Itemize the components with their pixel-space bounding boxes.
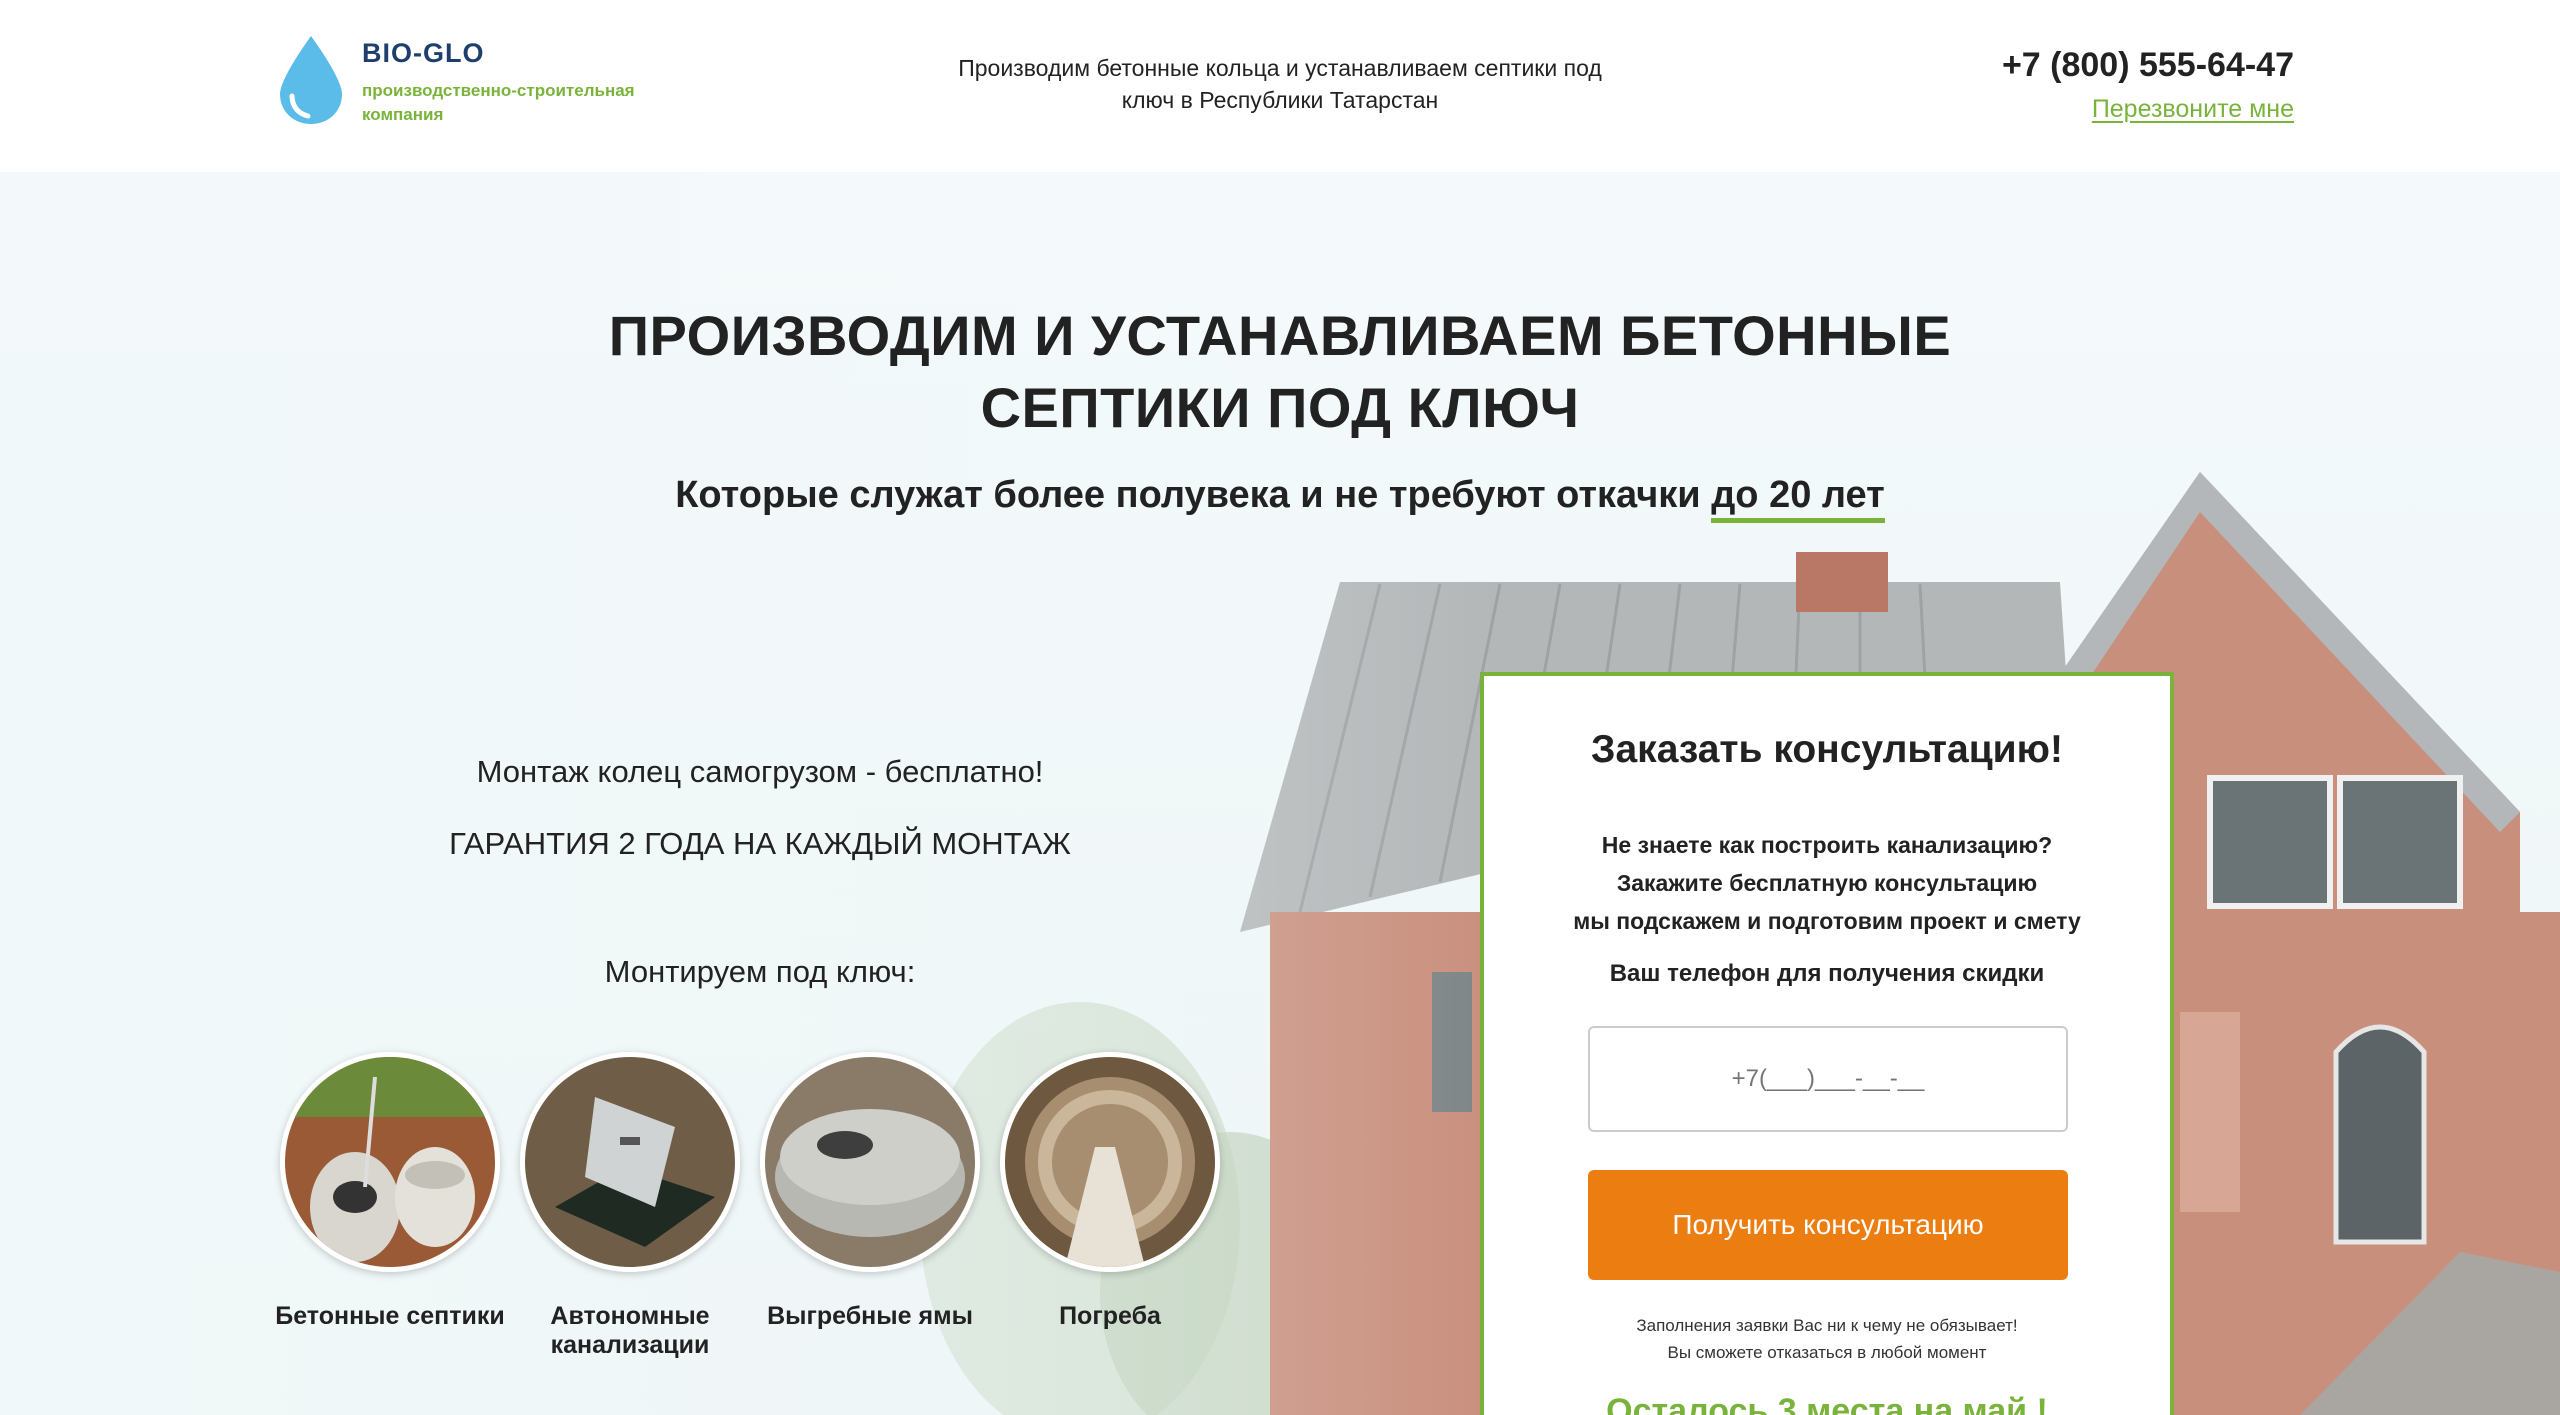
form-desc-line: Не знаете как построить канализацию? [1601,832,2053,858]
water-drop-icon [280,36,342,124]
phone-number[interactable]: +7 (800) 555-64-47 [2002,46,2294,85]
perk-warranty: ГАРАНТИЯ 2 ГОДА НА КАЖДЫЙ МОНТАЖ [449,826,1071,861]
service-label: Автономные канализации [550,1302,710,1359]
logo-subtitle: производственно-строительная компания [362,81,635,124]
header-tagline: Производим бетонные кольца и устанавлива… [958,55,1602,113]
perk-free-mounting: Монтаж колец самогрузом - бесплатно! [476,754,1044,789]
phone-input[interactable] [1588,1026,2068,1132]
form-description: Не знаете как построить канализацию? Зак… [1484,826,2170,940]
form-disclaimer: Заполнения заявки Вас ни к чему не обязы… [1484,1312,2170,1366]
hero-subtitle-highlight: до 20 лет [1711,474,1885,523]
phone-field-label: Ваш телефон для получения скидки [1609,960,2045,987]
cesspool-image [760,1052,980,1272]
autonomous-sewer-image [520,1052,740,1272]
septic-image [280,1052,500,1272]
form-note-line: Вы сможете отказаться в любой момент [1667,1343,1987,1362]
header-contact: +7 (800) 555-64-47 Перезвоните мне [2002,46,2294,124]
services-list: Бетонные септики Автономные канализации … [270,1052,1230,1360]
site-header: BIO-GLO производственно-строительная ком… [0,0,2560,172]
hero-subtitle-text: Которые служат более полувека и не требу… [675,474,1712,516]
service-item-autonomous-sewer[interactable]: Автономные канализации [510,1052,750,1360]
form-note-line: Заполнения заявки Вас ни к чему не обязы… [1636,1316,2018,1335]
service-item-septic[interactable]: Бетонные септики [270,1052,510,1360]
callback-link[interactable]: Перезвоните мне [2092,95,2294,124]
service-label: Погреба [1059,1302,1161,1330]
form-desc-line: мы подскажем и подготовим проект и смету [1573,908,2081,934]
hero-subtitle: Которые служат более полувека и не требу… [480,474,2080,523]
turnkey-heading: Монтируем под ключ: [604,954,916,989]
cellar-image [1000,1052,1220,1272]
hero-title: ПРОИЗВОДИМ И УСТАНАВЛИВАЕМ БЕТОННЫЕ СЕПТ… [608,304,1952,439]
get-consultation-button[interactable]: Получить консультацию [1588,1170,2068,1280]
form-desc-line: Закажите бесплатную консультацию [1616,870,2038,896]
logo[interactable]: BIO-GLO производственно-строительная ком… [276,34,662,127]
service-label: Бетонные септики [275,1302,505,1330]
service-label: Выгребные ямы [767,1302,973,1330]
limited-slots-notice: Осталось 3 места на май ! [1606,1392,2048,1415]
logo-name: BIO-GLO [362,38,485,68]
consultation-form: Заказать консультацию! Не знаете как пос… [1480,672,2174,1415]
form-title: Заказать консультацию! [1591,728,2063,771]
service-item-cellar[interactable]: Погреба [990,1052,1230,1360]
service-item-cesspool[interactable]: Выгребные ямы [750,1052,990,1360]
